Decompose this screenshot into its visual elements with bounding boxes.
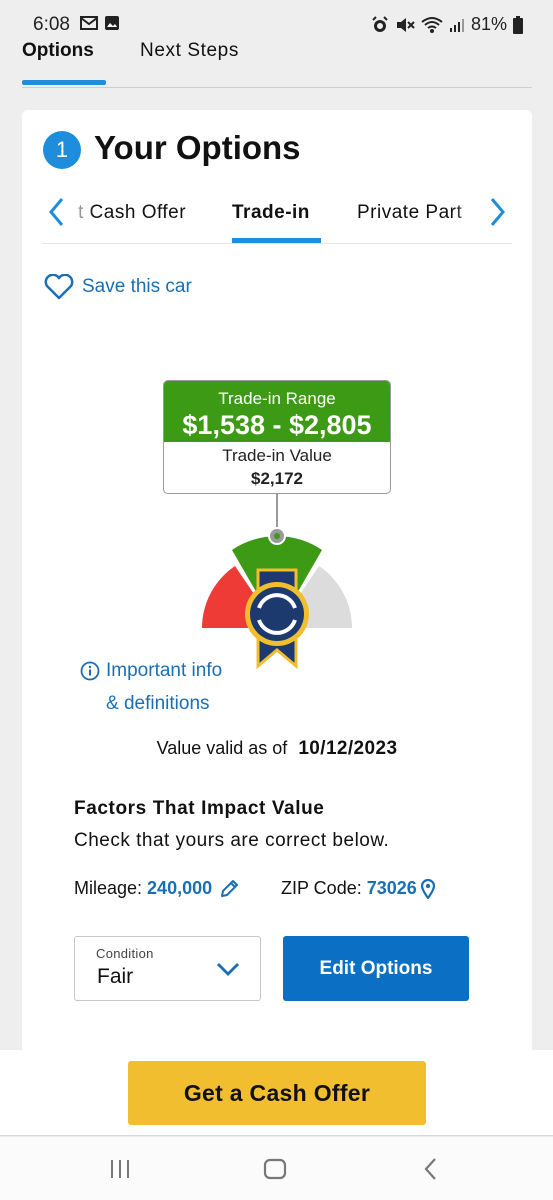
battery-percent: 81% [470,14,507,34]
status-left-icons [80,15,120,31]
options-card: 1 Your Options t Cash Offer Trade-in Pri… [22,110,532,1070]
recent-apps-icon[interactable] [107,1157,133,1181]
zip-value[interactable]: 73026 [367,878,417,899]
range-value: $1,538 - $2,805 [182,410,372,440]
factors-subtitle: Check that yours are correct below. [74,830,390,851]
info-line-2: & definitions [106,693,210,714]
system-nav-bar [0,1137,553,1200]
tab-next-steps[interactable]: Next Steps [140,40,239,62]
tab-options[interactable]: Options [22,40,94,62]
back-icon[interactable] [418,1157,444,1181]
trade-in-value: Trade-in Value $2,172 [164,442,390,489]
value-gauge [202,494,352,670]
page-title: Your Options [94,129,301,166]
pencil-icon[interactable] [219,879,239,899]
factors-title: Factors That Impact Value [74,798,325,819]
important-info-link[interactable]: Important info & definitions [80,660,222,715]
heart-icon [44,274,74,300]
cta-bar: Get a Cash Offer [0,1050,553,1136]
step-badge: 1 [43,131,81,169]
range-label: Trade-in Range [218,389,336,408]
valid-prefix: Value valid as of [156,738,288,758]
condition-label: Condition [96,946,154,961]
info-icon [80,661,100,681]
wifi-icon [421,16,443,33]
chevron-right-icon[interactable] [486,194,510,230]
image-icon [105,16,119,30]
tabs-fade-right [454,192,484,236]
top-tabs: Options Next Steps [22,36,532,88]
value-amount: $2,172 [251,469,303,488]
condition-select[interactable]: Condition Fair [74,936,261,1001]
mileage-value[interactable]: 240,000 [147,878,212,899]
edit-options-button[interactable]: Edit Options [283,936,469,1001]
value-label: Trade-in Value [222,446,332,465]
tab-instant-cash-offer[interactable]: t Cash Offer [78,202,186,224]
zip-code: ZIP Code: 73026 [281,878,435,899]
signal-icon [449,18,464,32]
option-tabs: t Cash Offer Trade-in Private Part [42,192,512,244]
trade-in-price-box: Trade-in Range $1,538 - $2,805 Trade-in … [163,380,391,494]
mileage: Mileage: 240,000 [74,878,239,899]
home-icon[interactable] [262,1157,288,1181]
gmail-icon [80,16,98,30]
mileage-label: Mileage: [74,878,143,898]
location-pin-icon[interactable] [420,878,435,899]
zip-label: ZIP Code: [281,878,362,898]
info-line-1: Important info [106,660,223,681]
status-right: 81% [371,14,523,35]
battery-icon [513,15,523,34]
option-tab-indicator [232,238,321,243]
tabs-fade-left [70,192,94,236]
condition-value: Fair [97,965,134,988]
tab-trade-in[interactable]: Trade-in [232,202,310,224]
value-valid-date: Value valid as of 10/12/2023 [22,738,532,760]
save-car-link[interactable]: Save this car [44,274,192,300]
alarm-icon [372,15,388,32]
status-time: 6:08 [33,14,70,35]
chevron-down-icon [217,963,239,976]
mute-icon [396,17,415,32]
save-car-label: Save this car [82,276,192,297]
chevron-left-icon[interactable] [44,194,68,230]
get-cash-offer-button[interactable]: Get a Cash Offer [128,1061,426,1125]
tab-indicator [22,80,106,85]
trade-in-range: Trade-in Range $1,538 - $2,805 [164,381,390,442]
valid-date: 10/12/2023 [298,738,398,759]
